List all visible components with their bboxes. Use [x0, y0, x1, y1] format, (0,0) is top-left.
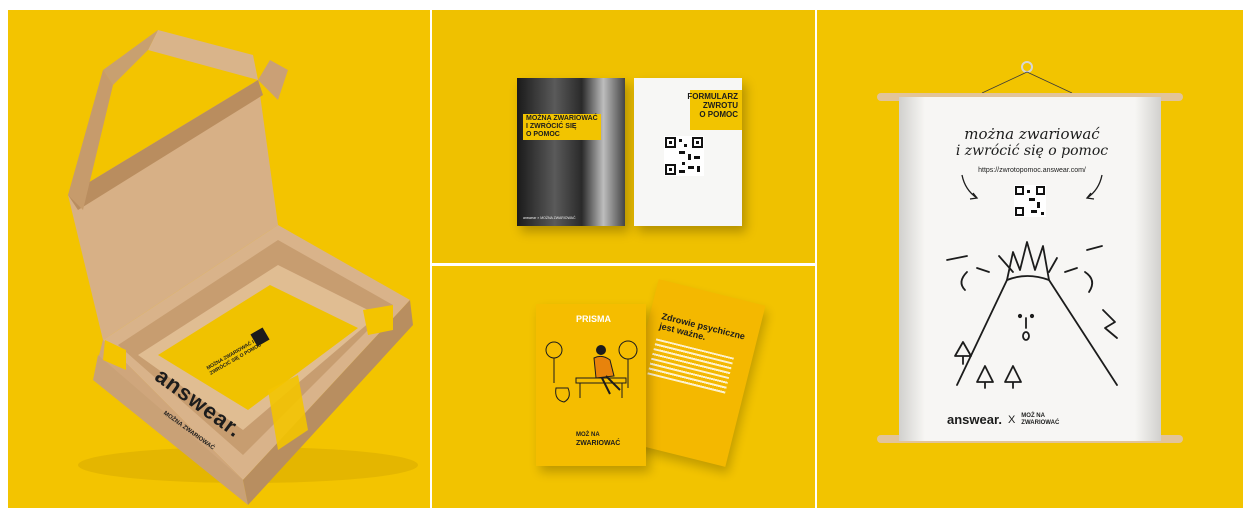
flyer-left-photo: [517, 78, 625, 226]
scroll-headline: można zwariować i zwrócić się o pomoc: [927, 126, 1137, 160]
cards-mockup-panel: Zdrowie psychiczne jest ważne. PRISMA MO…: [432, 266, 815, 508]
flyers-mockup-panel: MOŻNA ZWARIOWAĆ I ZWRÓCIĆ SIĘ O POMOC an…: [432, 10, 815, 263]
flyer-left-footer: answear × MOŻNA ZWARIOWAĆ: [523, 216, 576, 220]
scroll-mockup-panel: można zwariować i zwrócić się o pomoc ht…: [817, 10, 1243, 508]
card-front: PRISMA MOŻ NA ZWARIOWAĆ: [536, 304, 646, 466]
scroll-partner-logo: MOŻ NA ZWARIOWAĆ: [1021, 413, 1059, 427]
scroll-url: https://zwrotopomoc.answear.com/: [978, 167, 1086, 174]
scroll-headline-line1: można zwariować: [964, 125, 1100, 143]
scroll-headline-line2: i zwrócić się o pomoc: [955, 143, 1109, 159]
card-illustration: [545, 340, 638, 403]
flyer-left-title-line3: O POMOC: [526, 131, 560, 138]
card-brand-tag: PRISMA: [576, 314, 612, 324]
card-back-body: [647, 338, 734, 395]
card-logo-bottom: ZWARIOWAĆ: [576, 440, 621, 447]
flyer-right: FORMULARZ ZWROTU O POMOC: [634, 78, 742, 226]
flyer-left-title-line1: MOŻNA ZWARIOWAĆ: [526, 115, 598, 122]
flyer-qr-code: [664, 136, 704, 176]
mockup-collage: answear. MOŻNA ZWARIOWAĆ MOŻNA ZWARIOWAĆ…: [0, 0, 1243, 508]
flyer-left-title-line2: I ZWRÓCIĆ SIĘ: [526, 123, 577, 130]
scroll-hanger: [877, 61, 1183, 443]
card-logo-top: MOŻ NA: [576, 432, 600, 438]
scroll-brand-logo: answear.: [947, 412, 1002, 427]
flyer-right-title-line1: FORMULARZ: [687, 92, 738, 101]
flyer-left-title: MOŻNA ZWARIOWAĆ I ZWRÓCIĆ SIĘ O POMOC: [523, 114, 601, 140]
flyer-right-title: FORMULARZ ZWROTU O POMOC: [687, 92, 738, 119]
flyer-right-title-line2: ZWROTU: [702, 101, 738, 110]
flyer-left: MOŻNA ZWARIOWAĆ I ZWRÓCIĆ SIĘ O POMOC an…: [517, 78, 625, 226]
scroll-partner-bottom: ZWARIOWAĆ: [1021, 419, 1060, 426]
scroll-footer: answear. X MOŻ NA ZWARIOWAĆ: [947, 412, 1117, 427]
scroll-qr-code: [1014, 185, 1046, 217]
scroll-partner-top: MOŻ NA: [1021, 412, 1045, 419]
flyer-right-title-line3: O POMOC: [699, 110, 738, 119]
box-mockup-panel: answear. MOŻNA ZWARIOWAĆ MOŻNA ZWARIOWAĆ…: [8, 10, 430, 508]
scroll-times: X: [1007, 413, 1016, 426]
